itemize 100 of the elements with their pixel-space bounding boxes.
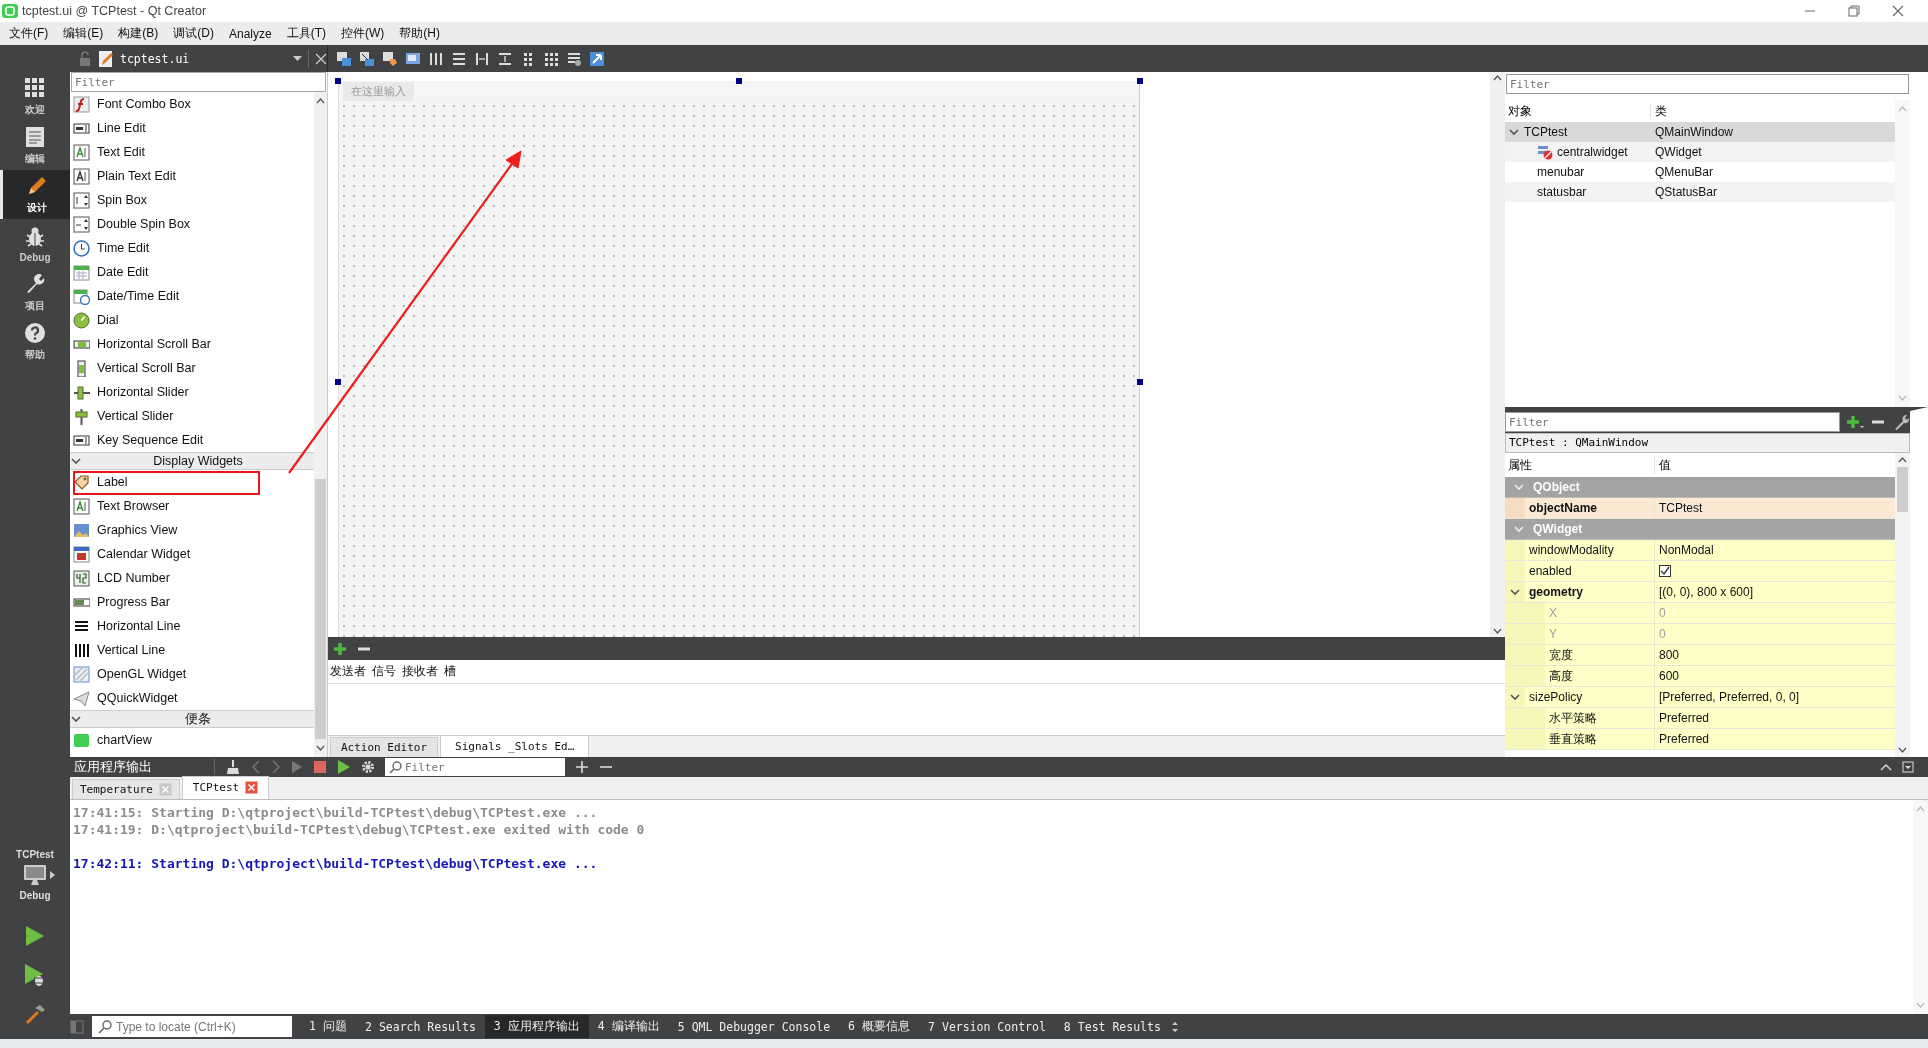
scroll-down-icon[interactable] (1493, 628, 1502, 634)
chevron-icon[interactable] (70, 455, 82, 467)
filter-field[interactable]: Filter (1506, 74, 1909, 94)
chevron-icon[interactable] (1509, 586, 1521, 598)
sidebar-toggle-icon[interactable] (70, 1019, 84, 1034)
pane-button[interactable]: 6 概要信息 (839, 1015, 920, 1038)
property-row[interactable]: 垂直策略 Preferred (1505, 729, 1895, 750)
scroll-up-icon[interactable] (1493, 75, 1502, 81)
menu-item[interactable]: 帮助(H) (394, 23, 446, 44)
scroll-up-icon[interactable] (1898, 457, 1907, 463)
widget-item[interactable]: OpenGL Widget (70, 662, 314, 686)
mode-button[interactable]: 帮助 (0, 317, 70, 366)
property-value[interactable]: [Preferred, Preferred, 0, 0] (1655, 690, 1800, 704)
property-value[interactable]: 800 (1655, 648, 1680, 662)
list-icon[interactable] (566, 50, 583, 67)
filter-field[interactable]: Filter (71, 72, 326, 92)
menu-item[interactable]: 调试(D) (168, 23, 219, 44)
widget-item[interactable]: Calendar Widget (70, 542, 314, 566)
pane-button[interactable]: 5 QML Debugger Console (668, 1015, 840, 1038)
widget-item[interactable]: Text Browser (70, 494, 314, 518)
tag-icon[interactable] (382, 50, 399, 67)
widget-item[interactable]: Date Edit (70, 260, 314, 284)
settings-icon[interactable] (361, 760, 375, 774)
mode-button[interactable]: Debug (0, 219, 70, 268)
menu-item[interactable]: 控件(W) (336, 23, 390, 44)
scrollbar-thumb[interactable] (315, 479, 326, 739)
pane-button[interactable]: 4 编译输出 (588, 1015, 669, 1038)
widget-item[interactable]: Vertical Slider (70, 404, 314, 428)
widget-item[interactable]: Date/Time Edit (70, 284, 314, 308)
widget-item[interactable]: Progress Bar (70, 590, 314, 614)
menu-item[interactable]: 构建(B) (113, 23, 164, 44)
widget-item[interactable]: Vertical Scroll Bar (70, 356, 314, 380)
menu-item[interactable]: 工具(T) (281, 23, 332, 44)
selection-handle[interactable] (335, 379, 341, 385)
widget-item[interactable]: Label (70, 470, 314, 494)
run-icon[interactable] (337, 759, 351, 775)
widget-item[interactable]: Time Edit (70, 236, 314, 260)
widget-item[interactable]: Font Combo Box (70, 92, 314, 116)
layers-icon[interactable] (359, 50, 376, 67)
menu-item[interactable]: 编辑(E) (58, 23, 109, 44)
mode-button[interactable]: 设计 (0, 170, 70, 219)
menu-item[interactable]: 文件(F) (4, 23, 54, 44)
restore-icon[interactable] (1846, 3, 1862, 19)
columns-icon[interactable] (428, 50, 445, 67)
widget-item[interactable]: Vertical Line (70, 638, 314, 662)
widget-item[interactable]: Double Spin Box (70, 212, 314, 236)
scrollbar-thumb[interactable] (1897, 467, 1908, 512)
clear-icon[interactable] (225, 759, 241, 775)
locator-field[interactable]: Type to locate (Ctrl+K) (92, 1016, 292, 1037)
property-row[interactable]: 水平策略 Preferred (1505, 708, 1895, 729)
property-row[interactable]: 高度 600 (1505, 666, 1895, 687)
widget-item[interactable]: Horizontal Scroll Bar (70, 332, 314, 356)
property-value[interactable]: [(0, 0), 800 x 600] (1655, 585, 1754, 599)
tree-row[interactable]: TCPtest QMainWindow (1505, 122, 1895, 142)
selection-handle[interactable] (1137, 379, 1143, 385)
category-header[interactable]: Display Widgets (70, 452, 314, 470)
chevron-icon[interactable] (1508, 126, 1520, 138)
layers-icon[interactable] (336, 50, 353, 67)
tree-row[interactable]: statusbar QStatusBar (1505, 182, 1895, 202)
chevron-icon[interactable] (70, 713, 82, 725)
mode-button[interactable]: 欢迎 (0, 72, 70, 121)
pane-button[interactable]: 8 Test Results (1054, 1015, 1170, 1038)
property-value[interactable]: Preferred (1655, 711, 1710, 725)
columns-icon[interactable] (474, 50, 491, 67)
widget-item[interactable]: Key Sequence Edit (70, 428, 314, 452)
stop-icon[interactable] (313, 760, 327, 774)
grid-icon[interactable] (543, 50, 560, 67)
pane-button[interactable]: 3 应用程序输出 (484, 1015, 589, 1038)
widget-item[interactable]: Plain Text Edit (70, 164, 314, 188)
widget-item[interactable]: Graphics View (70, 518, 314, 542)
property-value[interactable]: NonModal (1655, 543, 1714, 557)
selection-handle[interactable] (1137, 78, 1143, 84)
property-row[interactable]: 宽度 800 (1505, 645, 1895, 666)
mode-button[interactable]: 项目 (0, 268, 70, 317)
scroll-down-icon[interactable] (316, 745, 325, 751)
add-icon[interactable] (332, 640, 348, 657)
mode-button[interactable]: 编辑 (0, 121, 70, 170)
selection-handle[interactable] (335, 78, 341, 84)
chevron-icon[interactable] (1509, 691, 1521, 703)
output-tab[interactable]: Temperature (72, 779, 180, 799)
property-row[interactable]: windowModality NonModal (1505, 540, 1895, 561)
editor-tab[interactable]: Signals _Slots Ed… (440, 735, 590, 757)
add-icon[interactable] (1846, 414, 1864, 430)
file-name[interactable]: tcptest.ui (120, 51, 287, 66)
widget-item[interactable]: Spin Box (70, 188, 314, 212)
category-header[interactable]: 便条 (70, 710, 314, 728)
rows-icon[interactable] (497, 50, 514, 67)
widget-item[interactable]: LCD Number (70, 566, 314, 590)
tree-row[interactable]: menubar QMenuBar (1505, 162, 1895, 182)
close-icon[interactable] (315, 52, 327, 65)
property-row[interactable]: sizePolicy [Preferred, Preferred, 0, 0] (1505, 687, 1895, 708)
rows-icon[interactable] (451, 50, 468, 67)
filter-field[interactable]: Filter (1505, 412, 1840, 432)
menu-item[interactable]: Analyze (224, 24, 277, 43)
property-value[interactable]: 600 (1655, 669, 1680, 683)
widget-item[interactable]: Line Edit (70, 116, 314, 140)
scroll-up-icon[interactable] (316, 98, 325, 104)
widget-item[interactable]: chartView (70, 728, 314, 752)
widget-item[interactable]: Horizontal Line (70, 614, 314, 638)
caret-down-icon[interactable] (293, 56, 302, 61)
